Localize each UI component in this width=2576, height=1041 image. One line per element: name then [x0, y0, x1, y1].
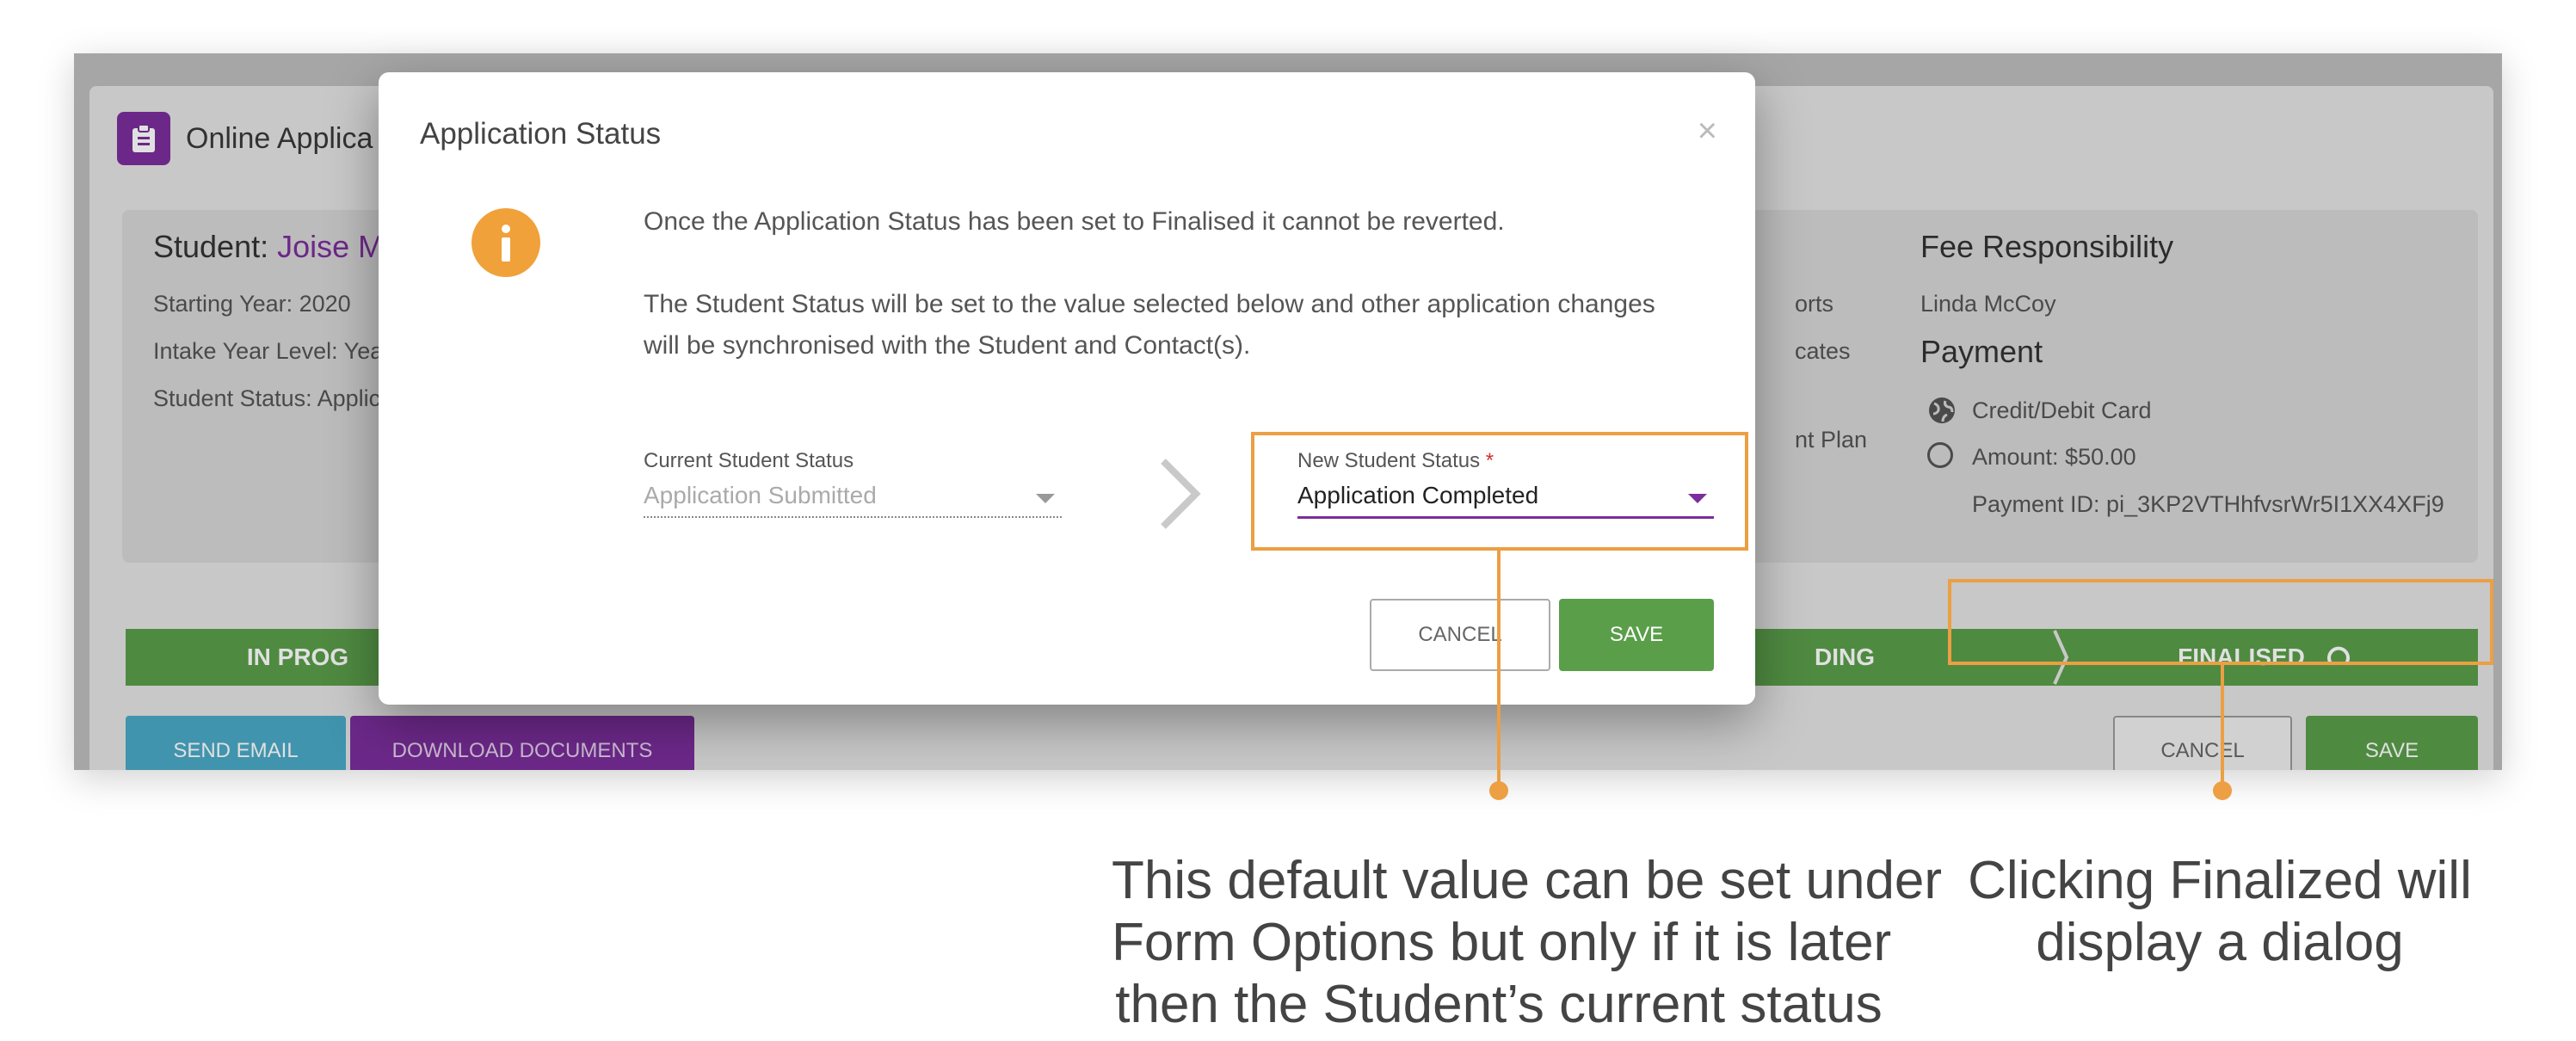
default-value-callout: This default value can be set under Form… — [1112, 850, 1943, 1036]
chevron-down-icon — [1036, 494, 1055, 503]
new-status-callout-line — [1497, 551, 1501, 790]
finalise-warning: Once the Application Status has been set… — [644, 207, 1505, 236]
default-callout-line2: Form Options but only if it is later — [1112, 913, 1892, 972]
finalised-callout-dot — [2213, 781, 2232, 800]
current-status-value: Application Submitted — [644, 482, 877, 508]
finalize-callout-line2: display a dialog — [2036, 913, 2404, 972]
finalize-callout: Clicking Finalized will display a dialog — [1962, 850, 2478, 974]
finalize-callout-line1: Clicking Finalized will — [1968, 851, 2472, 910]
finalised-highlight — [1948, 579, 2493, 665]
chevron-right-icon — [1161, 459, 1201, 529]
application-status-dialog: Application Status × Once the Applicatio… — [379, 72, 1755, 705]
sync-message-line2: will be synchronised with the Student an… — [644, 331, 1251, 360]
current-status-label: Current Student Status — [644, 449, 854, 472]
sync-message-line1: The Student Status will be set to the va… — [644, 290, 1655, 318]
close-icon[interactable]: × — [1698, 112, 1717, 151]
default-callout-line3: then the Student’s current status — [1115, 975, 1883, 1034]
finalised-callout-line — [2221, 665, 2224, 791]
dialog-save-button[interactable]: SAVE — [1559, 599, 1714, 671]
new-status-callout-dot — [1489, 781, 1508, 800]
info-icon — [471, 208, 540, 277]
new-status-highlight — [1251, 432, 1748, 551]
current-status-select: Application Submitted — [644, 478, 1062, 518]
dialog-cancel-button[interactable]: CANCEL — [1370, 599, 1550, 671]
dialog-title: Application Status — [420, 117, 662, 151]
default-callout-line1: This default value can be set under — [1112, 851, 1943, 910]
